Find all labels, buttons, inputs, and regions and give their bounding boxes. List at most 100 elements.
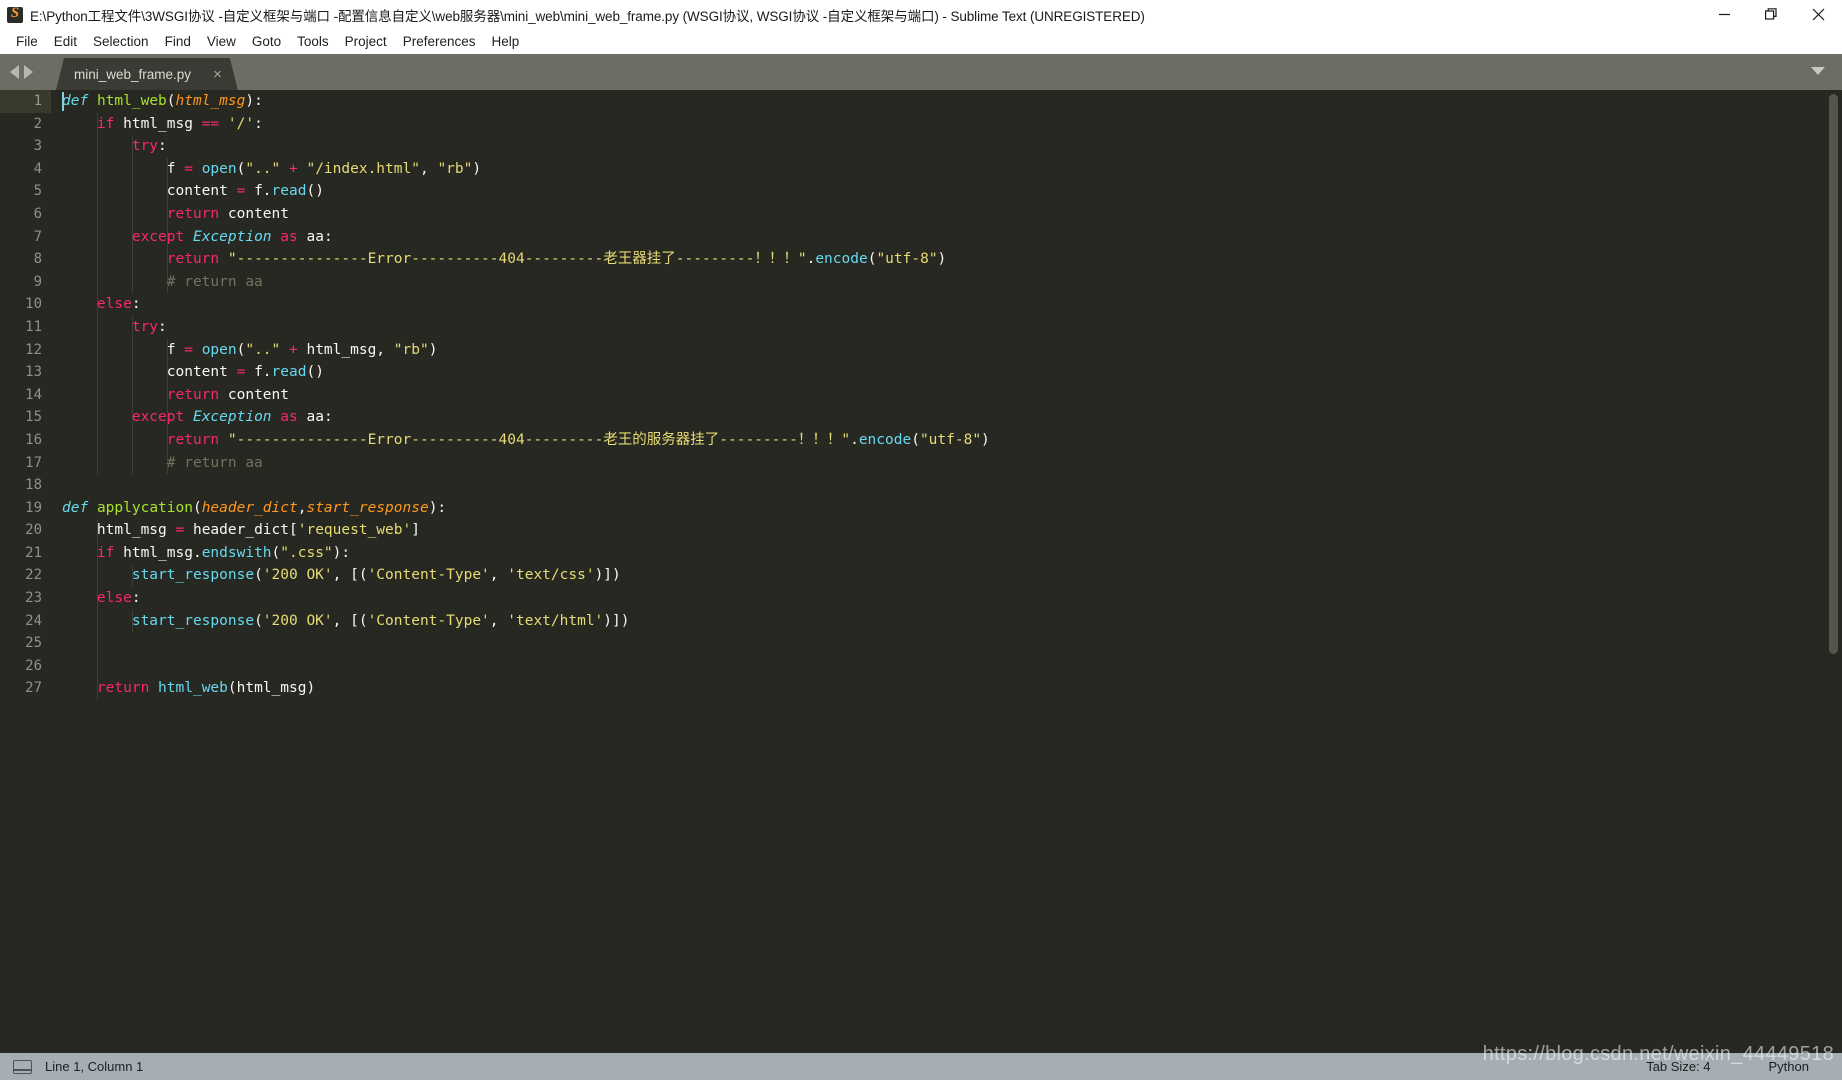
menu-item-preferences[interactable]: Preferences <box>395 32 484 51</box>
menu-item-project[interactable]: Project <box>337 32 395 51</box>
code-line[interactable]: try: <box>51 135 1821 158</box>
tab-mini-web-frame[interactable]: mini_web_frame.py × <box>56 58 238 90</box>
code-line[interactable] <box>51 474 1821 497</box>
tab-size-label[interactable]: Tab Size: 4 <box>1646 1059 1710 1074</box>
code-line[interactable]: try: <box>51 316 1821 339</box>
status-bar: Line 1, Column 1 Tab Size: 4 Python <box>0 1053 1842 1080</box>
code-token: aa: <box>297 228 333 245</box>
code-line[interactable]: content = f.read() <box>51 180 1821 203</box>
arrow-right-icon[interactable] <box>24 65 33 79</box>
syntax-label[interactable]: Python <box>1769 1059 1809 1074</box>
code-line[interactable]: start_response('200 OK', [('Content-Type… <box>51 610 1821 633</box>
code-token: start_response <box>131 612 255 629</box>
line-number: 15 <box>25 409 42 426</box>
code-token: () <box>306 183 324 200</box>
code-token: 'text/css' <box>507 567 595 584</box>
code-token: ( <box>254 612 263 629</box>
minimize-button[interactable] <box>1701 0 1748 29</box>
code-token: read <box>271 183 307 200</box>
menu-item-file[interactable]: File <box>8 32 46 51</box>
menu-item-find[interactable]: Find <box>157 32 199 51</box>
code-line[interactable]: return "---------------Error----------40… <box>51 429 1821 452</box>
code-token: , <box>489 567 508 584</box>
menu-item-view[interactable]: View <box>199 32 244 51</box>
code-token: "/index.html" <box>306 160 420 177</box>
tab-nav-arrows <box>10 54 33 90</box>
code-line[interactable]: else: <box>51 293 1821 316</box>
code-token: return <box>96 680 150 697</box>
code-line[interactable]: # return aa <box>51 271 1821 294</box>
scrollbar-thumb[interactable] <box>1829 94 1838 654</box>
menu-item-selection[interactable]: Selection <box>85 32 157 51</box>
panel-icon[interactable] <box>13 1059 32 1074</box>
menu-item-goto[interactable]: Goto <box>244 32 289 51</box>
code-content[interactable]: def html_web(html_msg): if html_msg == '… <box>51 90 1821 1053</box>
code-line[interactable]: if html_msg == '/': <box>51 113 1821 136</box>
code-token: 'Content-Type' <box>367 567 490 584</box>
close-icon[interactable]: × <box>213 67 222 82</box>
menu-bar: File Edit Selection Find View Goto Tools Projec… <box>0 29 1842 54</box>
code-token: + <box>289 341 298 358</box>
line-number: 12 <box>25 341 42 358</box>
code-line[interactable]: html_msg = header_dict['request_web'] <box>51 519 1821 542</box>
window-controls <box>1701 0 1842 29</box>
code-line[interactable]: return content <box>51 203 1821 226</box>
code-line[interactable] <box>51 632 1821 655</box>
code-line[interactable]: content = f.read() <box>51 361 1821 384</box>
status-bar-right: Tab Size: 4 Python <box>1646 1053 1842 1080</box>
code-line[interactable]: if html_msg.endswith(".css"): <box>51 542 1821 565</box>
code-line[interactable]: return html_web(html_msg) <box>51 677 1821 700</box>
line-number: 13 <box>25 364 42 381</box>
line-number: 8 <box>33 251 42 268</box>
code-line[interactable]: def html_web(html_msg): <box>51 90 1821 113</box>
code-line[interactable]: def applycation(header_dict,start_respon… <box>51 497 1821 520</box>
code-token: return <box>166 205 220 222</box>
line-number: 4 <box>33 160 42 177</box>
code-token: html_msg. <box>114 544 202 561</box>
vertical-scrollbar[interactable] <box>1825 90 1842 1053</box>
menu-item-edit[interactable]: Edit <box>46 32 85 51</box>
code-token: ".." <box>245 341 281 358</box>
code-token: start_response <box>131 567 255 584</box>
line-number: 7 <box>33 228 42 245</box>
maximize-button[interactable] <box>1748 0 1795 29</box>
code-token: )]) <box>603 612 630 629</box>
code-line[interactable]: except Exception as aa: <box>51 406 1821 429</box>
code-line[interactable] <box>51 655 1821 678</box>
code-editor[interactable]: 1 2 3 4 5 6 7 8 9 10 11 12 13 14 15 16 17 18 19 20 21 22 23 24 2… <box>0 90 1842 1053</box>
code-token: == <box>201 115 220 132</box>
close-button[interactable] <box>1795 0 1842 29</box>
code-line[interactable]: except Exception as aa: <box>51 226 1821 249</box>
code-line[interactable]: start_response('200 OK', [('Content-Type… <box>51 564 1821 587</box>
chevron-down-icon[interactable] <box>1811 67 1825 75</box>
line-number: 10 <box>25 296 42 313</box>
code-line[interactable]: # return aa <box>51 452 1821 475</box>
code-line[interactable]: return content <box>51 384 1821 407</box>
line-number: 26 <box>25 657 42 674</box>
code-line[interactable]: f = open(".." + html_msg, "rb") <box>51 339 1821 362</box>
code-token: "---------------Error----------404------… <box>227 251 807 268</box>
tab-label: mini_web_frame.py <box>74 66 192 82</box>
code-line[interactable]: else: <box>51 587 1821 610</box>
code-token: endswith <box>201 544 272 561</box>
menu-item-tools[interactable]: Tools <box>289 32 337 51</box>
code-token: header_dict[ <box>184 522 298 539</box>
code-token: f. <box>245 364 272 381</box>
code-token: return <box>166 386 220 403</box>
code-token: : <box>254 115 263 132</box>
code-line[interactable]: return "---------------Error----------40… <box>51 248 1821 271</box>
menu-item-help[interactable]: Help <box>484 32 528 51</box>
arrow-left-icon[interactable] <box>10 65 19 79</box>
code-token: ( <box>254 567 263 584</box>
code-token: aa: <box>297 409 333 426</box>
code-token: html_msg <box>62 522 176 539</box>
code-line[interactable]: f = open(".." + "/index.html", "rb") <box>51 158 1821 181</box>
